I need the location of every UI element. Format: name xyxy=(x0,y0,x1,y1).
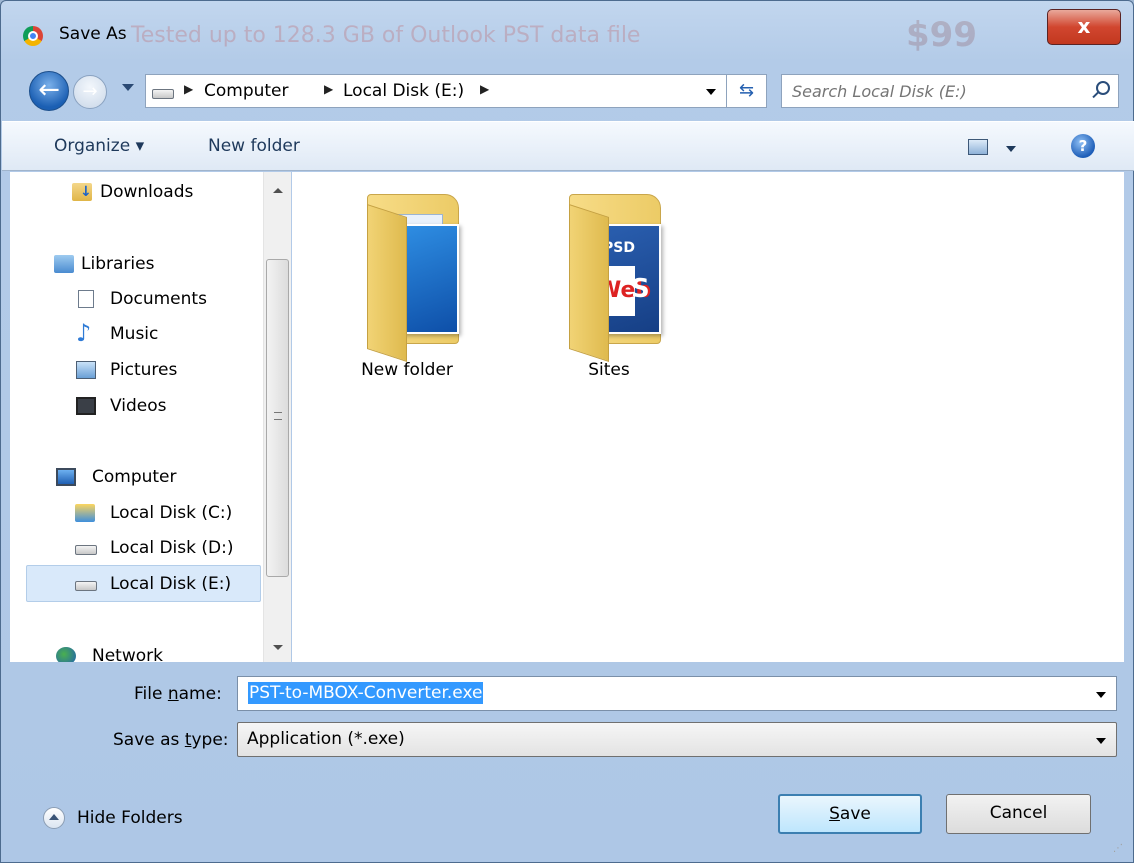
videos-icon xyxy=(76,397,96,415)
drive-icon xyxy=(75,545,97,555)
navigation-scrollbar[interactable] xyxy=(263,172,291,662)
sidebar-item-label: Documents xyxy=(110,289,207,309)
save-as-dialog: Tested up to 128.3 GB of Outlook PST dat… xyxy=(0,0,1134,863)
sidebar-item-label: Music xyxy=(110,324,159,344)
forward-button[interactable]: → xyxy=(73,75,107,109)
resize-grip-icon[interactable]: ⋰ xyxy=(1113,843,1127,857)
breadcrumb-separator-icon[interactable]: ▶ xyxy=(324,82,333,96)
save-as-type-value: Application (*.exe) xyxy=(247,729,405,749)
recent-locations-dropdown-icon[interactable] xyxy=(122,84,134,91)
scroll-up-arrow-icon[interactable] xyxy=(273,188,283,193)
refresh-button[interactable]: ⇆ xyxy=(727,74,767,108)
scrollbar-grip-icon xyxy=(274,412,282,420)
scroll-down-arrow-icon[interactable] xyxy=(273,645,283,650)
sidebar-item-label: Local Disk (D:) xyxy=(110,538,234,558)
sidebar-item-pictures[interactable]: Pictures xyxy=(76,352,262,388)
breadcrumb-local-disk-e[interactable]: Local Disk (E:) xyxy=(343,81,464,101)
file-list-pane[interactable]: New folder Web S PSD Sites xyxy=(292,172,1124,662)
folder-name: Sites xyxy=(588,360,630,380)
chrome-icon xyxy=(23,26,43,46)
sidebar-item-videos[interactable]: Videos xyxy=(76,388,262,424)
local-disk-c-icon xyxy=(75,504,95,522)
sidebar-item-libraries[interactable]: Libraries xyxy=(54,246,262,282)
title-bar[interactable]: Save As x xyxy=(1,1,1133,65)
view-options-dropdown-icon[interactable] xyxy=(1006,146,1016,152)
search-input[interactable] xyxy=(792,76,1082,106)
breadcrumb-separator-icon[interactable]: ▶ xyxy=(184,82,193,96)
sidebar-item-network[interactable]: Network xyxy=(54,638,262,662)
sidebar-item-label: Computer xyxy=(92,467,177,487)
downloads-icon xyxy=(72,183,92,201)
save-as-type-select[interactable]: Application (*.exe) xyxy=(237,722,1117,757)
computer-icon xyxy=(56,468,76,486)
sidebar-item-local-disk-d[interactable]: Local Disk (D:) xyxy=(74,530,262,566)
drive-icon xyxy=(75,581,97,591)
filename-label: File name: xyxy=(134,684,222,704)
sidebar-item-label: Network xyxy=(92,646,163,662)
filename-dropdown-icon[interactable] xyxy=(1096,692,1106,698)
sidebar-item-label: Videos xyxy=(110,396,167,416)
breadcrumb-computer[interactable]: Computer xyxy=(204,81,289,101)
address-bar[interactable]: ▶ Computer ▶ Local Disk (E:) ▶ xyxy=(145,74,727,108)
sidebar-item-label: Libraries xyxy=(81,254,155,274)
music-icon xyxy=(76,319,96,347)
filename-combobox[interactable]: PST-to-MBOX-Converter.exe xyxy=(237,676,1117,711)
organize-button[interactable]: Organize ▾ xyxy=(54,136,144,156)
back-arrow-icon: ← xyxy=(38,75,60,105)
search-box[interactable] xyxy=(781,74,1119,108)
pictures-icon xyxy=(76,361,96,379)
change-view-icon[interactable] xyxy=(968,139,988,155)
folder-name: New folder xyxy=(361,360,453,380)
sidebar-item-downloads[interactable]: Downloads xyxy=(72,174,262,210)
hide-folders-label: Hide Folders xyxy=(77,808,183,828)
libraries-icon xyxy=(54,255,74,273)
sidebar-item-label: Local Disk (E:) xyxy=(110,574,232,594)
collapse-up-icon xyxy=(43,807,65,829)
toolbar: Organize ▾ New folder ? xyxy=(2,121,1134,171)
refresh-icon: ⇆ xyxy=(738,80,755,101)
save-as-type-dropdown-icon[interactable] xyxy=(1096,738,1106,744)
network-icon xyxy=(56,647,76,662)
close-button[interactable]: x xyxy=(1047,9,1121,45)
breadcrumb-separator-icon[interactable]: ▶ xyxy=(480,82,489,96)
navigation-bar: ← → ▶ Computer ▶ Local Disk (E:) ▶ ⇆ xyxy=(1,69,1133,113)
save-button[interactable]: Save xyxy=(778,794,922,834)
documents-icon xyxy=(78,290,94,308)
forward-arrow-icon: → xyxy=(82,81,98,102)
folder-icon xyxy=(367,194,463,362)
scrollbar-thumb[interactable] xyxy=(266,259,289,577)
new-folder-button[interactable]: New folder xyxy=(208,136,300,156)
sidebar-item-local-disk-c[interactable]: Local Disk (C:) xyxy=(74,495,262,531)
sidebar-item-label: Pictures xyxy=(110,360,178,380)
folder-item[interactable]: Web S PSD Sites xyxy=(529,180,689,380)
window-title: Save As xyxy=(59,24,127,44)
search-icon[interactable] xyxy=(1096,81,1110,95)
help-icon[interactable]: ? xyxy=(1071,134,1095,158)
sidebar-item-documents[interactable]: Documents xyxy=(76,281,262,317)
folder-overlay-s: S xyxy=(631,274,650,304)
sidebar-item-computer[interactable]: Computer xyxy=(54,459,262,495)
sidebar-item-label: Local Disk (C:) xyxy=(110,503,233,523)
sidebar-item-label: Downloads xyxy=(100,182,194,202)
back-button[interactable]: ← xyxy=(29,71,69,111)
sidebar-item-local-disk-e[interactable]: Local Disk (E:) xyxy=(26,565,261,602)
cancel-button[interactable]: Cancel xyxy=(946,794,1091,834)
navigation-pane[interactable]: Downloads Libraries Documents Music Pict… xyxy=(10,172,263,662)
drive-icon xyxy=(152,89,174,99)
filename-input[interactable]: PST-to-MBOX-Converter.exe xyxy=(248,682,484,704)
save-as-type-label: Save as type: xyxy=(113,730,229,750)
folder-item[interactable]: New folder xyxy=(327,180,487,380)
sidebar-item-music[interactable]: Music xyxy=(76,316,262,352)
folder-icon: Web S PSD xyxy=(569,194,665,362)
address-dropdown-icon[interactable] xyxy=(706,89,716,95)
